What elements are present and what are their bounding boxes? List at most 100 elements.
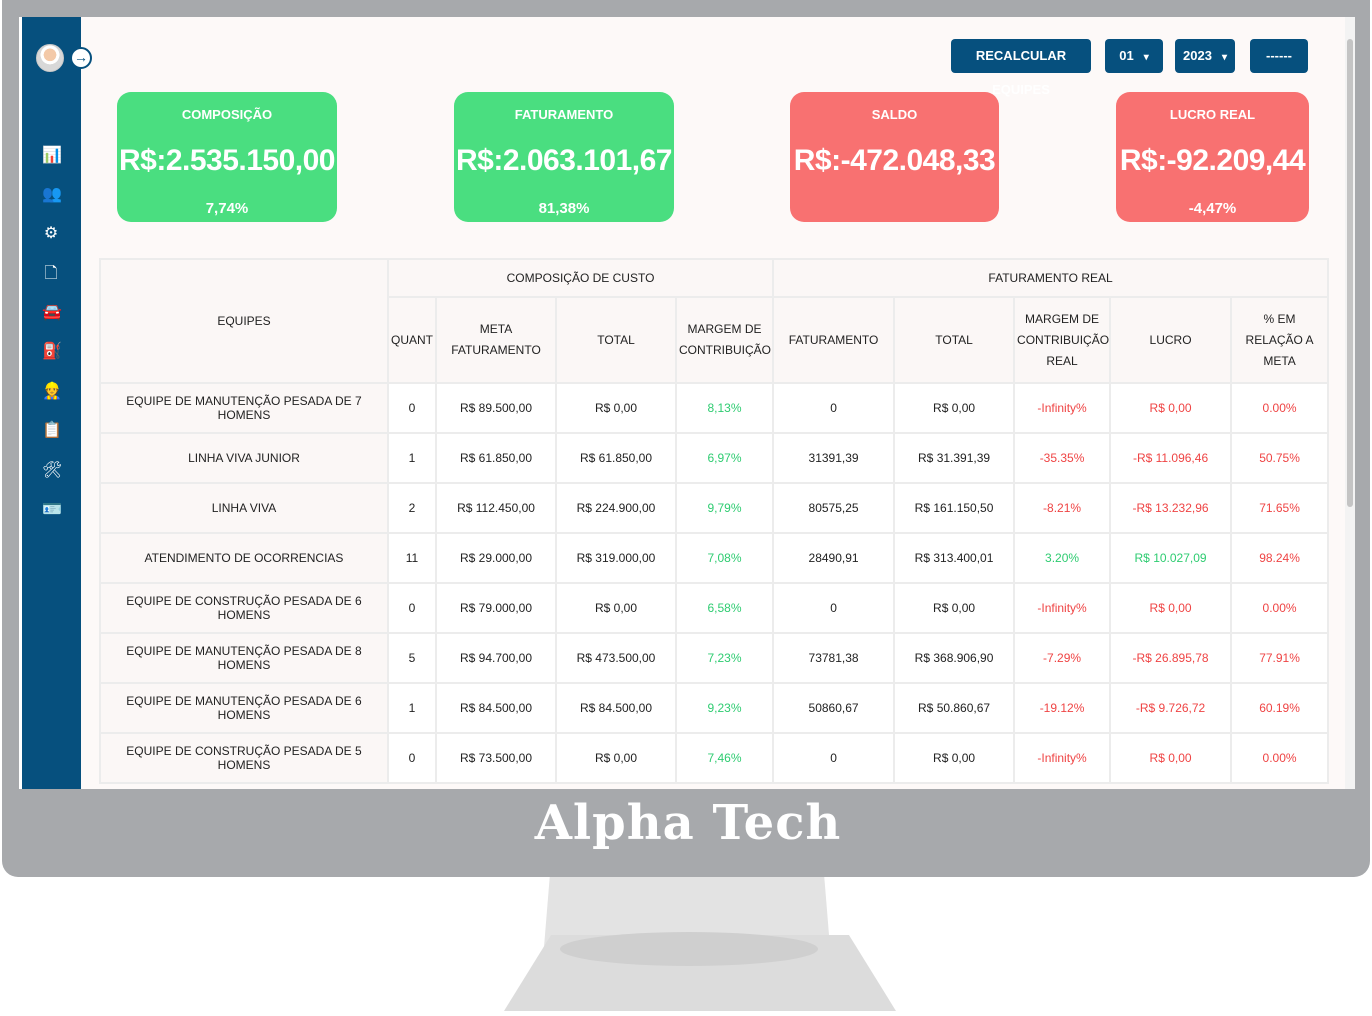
column-header: MARGEM DE CONTRIBUIÇÃO xyxy=(674,296,775,384)
gear-icon[interactable]: ⚙ xyxy=(42,225,60,243)
scrollbar[interactable] xyxy=(1345,17,1355,789)
table-row[interactable]: EQUIPE DE CONSTRUÇÃO PESADA DE 6 HOMENS 0… xyxy=(99,582,1330,634)
table-cell: 7,08% xyxy=(674,532,775,584)
table-cell: -8.21% xyxy=(1013,482,1112,534)
table-cell: 6,58% xyxy=(674,582,775,634)
table-cell: R$ 29.000,00 xyxy=(435,532,557,584)
scrollbar-thumb[interactable] xyxy=(1347,39,1353,507)
report-icon[interactable]: 📋 xyxy=(42,422,62,440)
table-cell: 28490,91 xyxy=(772,532,896,584)
users-icon[interactable]: 👥 xyxy=(42,186,62,204)
fuel-pump-icon[interactable]: ⛽ xyxy=(42,343,62,361)
monitor-frame: 📊 👥 ⚙ 🗋 🚘 ⛽ 👷 📋 🛠 🪪 → RECALCULAR EQUIPES 01 ▾ 2023… xyxy=(2,0,1370,877)
card-title: COMPOSIÇÃO xyxy=(181,107,273,122)
table-cell: -R$ 9.726,72 xyxy=(1109,682,1233,734)
card-composicao: COMPOSIÇÃO R$:2.535.150,00 7,74% xyxy=(117,92,337,222)
table-cell: R$ 0,00 xyxy=(555,732,677,784)
team-name-cell: LINHA VIVA xyxy=(99,482,389,534)
table-cell: 11 xyxy=(387,532,437,584)
table-cell: 0 xyxy=(772,382,896,434)
table-cell: 9,79% xyxy=(674,482,775,534)
table-cell: R$ 0,00 xyxy=(1109,382,1233,434)
table-cell: R$ 0,00 xyxy=(893,582,1016,634)
table-row[interactable]: EQUIPE DE MANUTENÇÃO PESADA DE 8 HOMENS 5… xyxy=(99,632,1330,684)
table-cell: 0.00% xyxy=(1230,582,1330,634)
table-cell: -R$ 26.895,78 xyxy=(1109,632,1233,684)
column-header: QUANT xyxy=(387,296,437,384)
expand-sidebar-button[interactable]: → xyxy=(70,47,92,69)
column-header: META FATURAMENTO xyxy=(435,296,557,384)
table-cell: 73781,38 xyxy=(772,632,896,684)
table-row[interactable]: EQUIPE DE MANUTENÇÃO PESADA DE 7 HOMENS 0… xyxy=(99,382,1330,434)
table-row[interactable]: LINHA VIVA JUNIOR 1 R$ 61.850,00 R$ 61.850,… xyxy=(99,432,1330,484)
avatar[interactable] xyxy=(36,44,64,72)
team-name-cell: ATENDIMENTO DE OCORRENCIAS xyxy=(99,532,389,584)
table-cell: 3.20% xyxy=(1013,532,1112,584)
table-cell: 2 xyxy=(387,482,437,534)
table-cell: 0 xyxy=(772,732,896,784)
table-cell: R$ 0,00 xyxy=(1109,582,1233,634)
file-plus-icon[interactable]: 🗋 xyxy=(42,265,60,283)
bar-chart-icon[interactable]: 📊 xyxy=(42,147,62,165)
car-icon[interactable]: 🚘 xyxy=(42,304,62,322)
card-value: R$:2.063.101,67 xyxy=(455,144,673,177)
table-row[interactable]: EQUIPE DE MANUTENÇÃO PESADA DE 6 HOMENS 1… xyxy=(99,682,1330,734)
table-cell: -Infinity% xyxy=(1013,382,1112,434)
team-name-cell: EQUIPE DE CONSTRUÇÃO PESADA DE 6 HOMENS xyxy=(99,582,389,634)
table-cell: R$ 313.400,01 xyxy=(893,532,1016,584)
table-cell: 50860,67 xyxy=(772,682,896,734)
extra-select[interactable]: ------ xyxy=(1250,39,1308,73)
table-cell: 6,97% xyxy=(674,432,775,484)
teams-table: EQUIPES COMPOSIÇÃO DE CUSTO FATURAMENTO … xyxy=(99,258,1330,784)
table-cell: 0 xyxy=(387,382,437,434)
table-cell: 71.65% xyxy=(1230,482,1330,534)
worker-icon[interactable]: 👷 xyxy=(42,383,62,401)
card-value: R$:-472.048,33 xyxy=(793,144,996,177)
table-cell: R$ 84.500,00 xyxy=(435,682,557,734)
table-cell: -Infinity% xyxy=(1013,582,1112,634)
sidebar-edge xyxy=(19,17,22,789)
card-value: R$:2.535.150,00 xyxy=(118,144,336,177)
month-select[interactable]: 01 ▾ xyxy=(1105,39,1163,73)
table-cell: -Infinity% xyxy=(1013,732,1112,784)
table-cell: R$ 0,00 xyxy=(893,382,1016,434)
header-composicao: COMPOSIÇÃO DE CUSTO xyxy=(386,258,775,298)
column-header: % EM RELAÇÃO A META xyxy=(1230,296,1330,384)
table-cell: 7,23% xyxy=(674,632,775,684)
column-header: TOTAL xyxy=(555,296,677,384)
table-cell: 0 xyxy=(387,732,437,784)
table-cell: 0 xyxy=(772,582,896,634)
table-cell: 31391,39 xyxy=(772,432,896,484)
card-percent: 7,74% xyxy=(205,200,249,217)
table-cell: 50.75% xyxy=(1230,432,1330,484)
table-cell: R$ 89.500,00 xyxy=(435,382,557,434)
table-cell: -R$ 13.232,96 xyxy=(1109,482,1233,534)
column-header: FATURAMENTO xyxy=(772,296,896,384)
card-faturamento: FATURAMENTO R$:2.063.101,67 81,38% xyxy=(454,92,674,222)
team-name-cell: LINHA VIVA JUNIOR xyxy=(99,432,389,484)
year-value: 2023 xyxy=(1183,48,1212,63)
team-name-cell: EQUIPE DE MANUTENÇÃO PESADA DE 7 HOMENS xyxy=(99,382,389,434)
column-header: TOTAL xyxy=(893,296,1016,384)
table-cell: 9,23% xyxy=(674,682,775,734)
table-row[interactable]: LINHA VIVA 2 R$ 112.450,00 R$ 224.900,00 9,7… xyxy=(99,482,1330,534)
month-value: 01 xyxy=(1119,48,1134,63)
id-card-icon[interactable]: 🪪 xyxy=(42,501,62,519)
table-cell: R$ 0,00 xyxy=(1109,732,1233,784)
card-lucro-real: LUCRO REAL R$:-92.209,44 -4,47% xyxy=(1116,92,1309,222)
tools-icon[interactable]: 🛠 xyxy=(42,462,62,480)
recalculate-teams-button[interactable]: RECALCULAR EQUIPES xyxy=(951,39,1091,97)
year-select[interactable]: 2023 ▾ xyxy=(1175,39,1235,73)
table-cell: -19.12% xyxy=(1013,682,1112,734)
table-cell: 7,46% xyxy=(674,732,775,784)
card-title: LUCRO REAL xyxy=(1169,107,1256,122)
table-cell: R$ 112.450,00 xyxy=(435,482,557,534)
card-percent: 81,38% xyxy=(538,200,590,217)
table-row[interactable]: ATENDIMENTO DE OCORRENCIAS 11 R$ 29.000,00… xyxy=(99,532,1330,584)
table-cell: R$ 84.500,00 xyxy=(555,682,677,734)
header-faturamento: FATURAMENTO REAL xyxy=(772,258,1330,298)
table-row[interactable]: EQUIPE DE CONSTRUÇÃO PESADA DE 5 HOMENS 0… xyxy=(99,732,1330,784)
table-cell: R$ 0,00 xyxy=(893,732,1016,784)
card-value: R$:-92.209,44 xyxy=(1119,144,1306,177)
card-saldo: SALDO R$:-472.048,33 xyxy=(790,92,999,222)
